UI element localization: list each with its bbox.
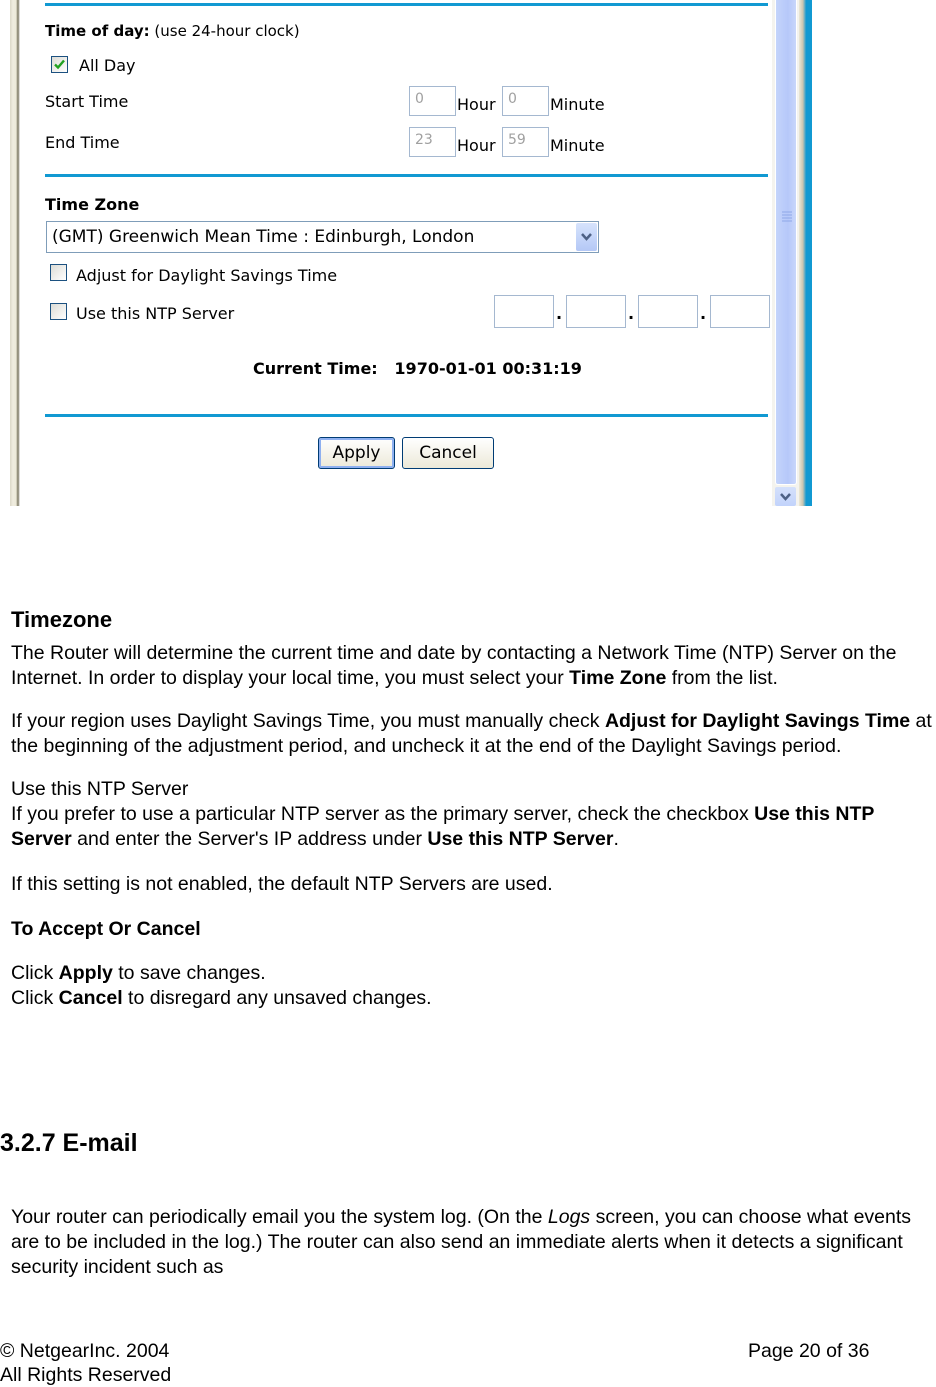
end-minute-unit: Minute xyxy=(550,136,605,155)
current-time-label: Current Time: xyxy=(253,359,378,378)
dropdown-button[interactable] xyxy=(576,223,597,251)
text: . xyxy=(613,828,619,850)
text: If you prefer to use a particular NTP se… xyxy=(11,803,755,825)
ntp-ip-octet-2[interactable] xyxy=(566,295,626,328)
settings-form: Time of day: (use 24-hour clock) All Day… xyxy=(20,0,782,506)
start-time-label: Start Time xyxy=(45,92,129,111)
cancel-button[interactable]: Cancel xyxy=(402,437,494,469)
bold-text: Use this NTP Server xyxy=(427,828,614,850)
chevron-down-icon xyxy=(780,493,791,501)
text: and enter the Server's IP address under xyxy=(71,828,428,850)
divider xyxy=(45,414,768,417)
start-hour-input[interactable]: 0 xyxy=(409,86,456,116)
page-number: Page 20 of 36 xyxy=(748,1340,870,1362)
router-settings-screenshot: Time of day: (use 24-hour clock) All Day… xyxy=(10,0,812,506)
ntp-ip-octet-4[interactable] xyxy=(710,295,770,328)
time-of-day-label: Time of day: (use 24-hour clock) xyxy=(45,22,300,40)
text: to disregard any unsaved changes. xyxy=(122,987,432,1009)
scroll-down-button[interactable] xyxy=(775,487,796,506)
time-zone-select[interactable]: (GMT) Greenwich Mean Time : Edinburgh, L… xyxy=(46,221,599,253)
copyright: © NetgearInc. 2004 xyxy=(0,1340,170,1362)
end-hour-unit: Hour xyxy=(457,136,496,155)
scrollbar-thumb[interactable] xyxy=(775,0,797,485)
text: Your router can periodically email you t… xyxy=(11,1206,548,1228)
all-day-label: All Day xyxy=(79,56,136,75)
bold-text: Cancel xyxy=(58,987,123,1009)
start-minute-input[interactable]: 0 xyxy=(502,86,549,116)
cancel-instruction: Click Cancel to disregard any unsaved ch… xyxy=(11,986,936,1011)
accept-cancel-heading: To Accept Or Cancel xyxy=(11,918,201,940)
current-time: Current Time: 1970-01-01 00:31:19 xyxy=(253,359,582,378)
bold-text: Adjust for Daylight Savings Time xyxy=(604,710,911,732)
current-time-value: 1970-01-01 00:31:19 xyxy=(394,359,582,378)
apply-button[interactable]: Apply xyxy=(318,437,395,469)
bold-text: Time Zone xyxy=(569,667,667,689)
end-time-label: End Time xyxy=(45,133,120,152)
email-paragraph: Your router can periodically email you t… xyxy=(11,1205,936,1280)
divider xyxy=(45,3,768,6)
adjust-dst-label: Adjust for Daylight Savings Time xyxy=(76,266,338,285)
default-ntp-paragraph: If this setting is not enabled, the defa… xyxy=(11,873,553,895)
time-of-day-note: (use 24-hour clock) xyxy=(154,22,300,40)
end-hour-input[interactable]: 23 xyxy=(409,127,456,157)
footer-left: © NetgearInc. 2004 All Rights Reserved xyxy=(0,1339,171,1387)
italic-text: Logs xyxy=(547,1206,591,1228)
vertical-scrollbar[interactable] xyxy=(772,0,802,506)
start-hour-unit: Hour xyxy=(457,95,496,114)
bold-text: Apply xyxy=(58,962,113,984)
window-right-border xyxy=(799,0,812,506)
ntp-ip-octet-3[interactable] xyxy=(638,295,698,328)
timezone-section: Timezone The Router will determine the c… xyxy=(11,607,936,1011)
timezone-paragraph: The Router will determine the current ti… xyxy=(11,641,936,691)
text: If your region uses Daylight Savings Tim… xyxy=(11,710,605,732)
time-zone-label: Time Zone xyxy=(45,195,140,214)
adjust-dst-checkbox[interactable] xyxy=(50,264,67,281)
time-of-day-title: Time of day: xyxy=(45,22,150,40)
chevron-down-icon xyxy=(581,233,592,241)
text: Click xyxy=(11,962,59,984)
apply-instruction: Click Apply to save changes. xyxy=(11,961,936,986)
dst-paragraph: If your region uses Daylight Savings Tim… xyxy=(11,709,936,759)
ntp-ip-octet-1[interactable] xyxy=(494,295,554,328)
time-zone-selected-value: (GMT) Greenwich Mean Time : Edinburgh, L… xyxy=(52,227,475,247)
text: Click xyxy=(11,987,59,1009)
start-minute-unit: Minute xyxy=(550,95,605,114)
ip-separator: . xyxy=(700,304,707,323)
text: to save changes. xyxy=(112,962,266,984)
ip-separator: . xyxy=(628,304,635,323)
use-ntp-label: Use this NTP Server xyxy=(76,304,235,323)
ntp-title: Use this NTP Server xyxy=(11,778,189,800)
text: from the list. xyxy=(666,667,778,689)
timezone-heading: Timezone xyxy=(11,607,113,632)
ntp-paragraph: If you prefer to use a particular NTP se… xyxy=(11,802,936,852)
grip-icon xyxy=(782,211,792,222)
divider xyxy=(45,174,768,177)
checkmark-icon xyxy=(54,59,65,70)
all-day-checkbox[interactable] xyxy=(51,56,68,73)
use-ntp-checkbox[interactable] xyxy=(50,303,67,320)
rights-reserved: All Rights Reserved xyxy=(0,1364,172,1386)
ip-separator: . xyxy=(556,304,563,323)
end-minute-input[interactable]: 59 xyxy=(502,127,549,157)
email-section-heading: 3.2.7 E-mail xyxy=(0,1129,138,1157)
window-left-border xyxy=(10,0,20,506)
